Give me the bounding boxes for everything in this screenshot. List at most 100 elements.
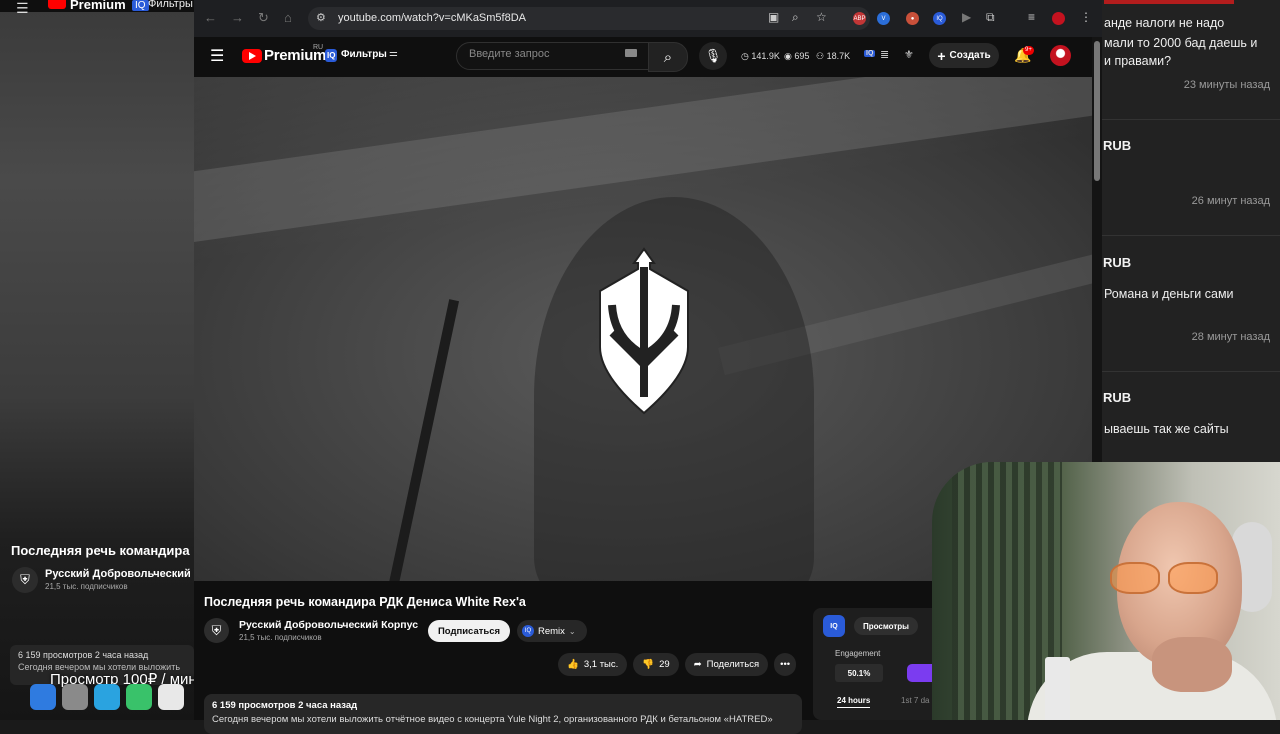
chat-message: анде налоги не надо bbox=[1104, 16, 1225, 30]
reading-list-icon[interactable]: ≡ bbox=[1028, 10, 1035, 24]
share-button[interactable]: ➦ Поделиться bbox=[684, 653, 769, 676]
create-button[interactable]: + Создать bbox=[929, 43, 999, 68]
plus-icon: + bbox=[937, 47, 946, 64]
background-views: 6 159 просмотров 2 часа назад bbox=[18, 650, 149, 660]
browser-menu-icon[interactable]: ⋮ bbox=[1080, 10, 1092, 24]
voice-search-button[interactable]: 🎙 bbox=[699, 42, 727, 70]
iq-logo: IQ bbox=[823, 615, 845, 637]
iq-icon: IQ bbox=[522, 625, 534, 637]
description-box[interactable]: 6 159 просмотров 2 часа назад Сегодня ве… bbox=[204, 694, 802, 734]
forward-icon[interactable]: → bbox=[231, 10, 244, 25]
site-info-icon[interactable]: ⚙ bbox=[316, 11, 326, 24]
background-youtube-logo-icon bbox=[48, 0, 66, 9]
zoom-icon[interactable]: ⌕ bbox=[792, 10, 799, 25]
scrollbar-thumb[interactable] bbox=[1094, 41, 1100, 181]
remix-button[interactable]: IQ Remix ⌄ bbox=[517, 620, 587, 642]
browser-extension-icon[interactable]: ABP bbox=[853, 12, 866, 25]
webcam-person-hand bbox=[1152, 637, 1232, 692]
bookmark-star-icon[interactable]: ☆ bbox=[816, 10, 827, 24]
play-extension-icon[interactable]: ▶ bbox=[962, 10, 971, 24]
url-text[interactable]: youtube.com/watch?v=cMKaSm5f8DA bbox=[338, 12, 526, 24]
chat-username: RUB bbox=[1103, 255, 1132, 270]
youtube-header: ☰ Premium RU IQ Фильтры ⚌ ⌕ 🎙 ◷ 141.9K ◉… bbox=[194, 37, 1102, 77]
finder-icon[interactable] bbox=[30, 684, 56, 710]
award-icon[interactable]: ⚜ bbox=[904, 48, 914, 61]
like-button[interactable]: 👍 3,1 тыс. bbox=[558, 653, 628, 676]
chat-panel: анде налоги не надо мали то 2000 бад даеш… bbox=[1102, 0, 1280, 462]
streamer-webcam bbox=[932, 462, 1280, 720]
background-filters: Фильтры bbox=[148, 0, 193, 10]
microphone-icon: 🎙 bbox=[704, 48, 722, 63]
background-iq-badge: IQ bbox=[132, 0, 149, 11]
browser-toolbar: ← → ↻ ⌂ ⚙ youtube.com/watch?v=cMKaSm5f8D… bbox=[194, 0, 1102, 37]
iq-extension-icon[interactable]: IQ bbox=[864, 50, 876, 57]
video-scene-microphone bbox=[388, 299, 460, 581]
range-24-hours[interactable]: 24 hours bbox=[837, 696, 871, 708]
telegram-icon[interactable] bbox=[94, 684, 120, 710]
background-channel-name: Русский Добровольческий Ко bbox=[45, 568, 194, 580]
video-actions: 👍 3,1 тыс. 👎 29 ➦ Поделиться ••• bbox=[558, 653, 797, 676]
cast-icon[interactable]: ▣ bbox=[768, 10, 779, 24]
iq-badge[interactable]: IQ bbox=[325, 49, 338, 62]
background-subscribers: 21,5 тыс. подписчиков bbox=[45, 582, 128, 591]
subscribe-button[interactable]: Подписаться bbox=[428, 620, 510, 642]
dislike-button[interactable]: 👎 29 bbox=[633, 653, 679, 676]
notifications-badge: 9+ bbox=[1023, 46, 1034, 55]
chat-message: Романа и деньги сами bbox=[1104, 287, 1234, 301]
search-button[interactable]: ⌕ bbox=[648, 42, 688, 72]
chat-username: RUB bbox=[1103, 138, 1132, 153]
chat-message: и правами? bbox=[1104, 54, 1172, 68]
chat-message: ываешь так же сайты bbox=[1104, 422, 1229, 436]
browser-extension-icon[interactable]: ● bbox=[906, 12, 919, 25]
filters-button[interactable]: Фильтры bbox=[341, 49, 387, 60]
chevron-down-icon: ⌄ bbox=[568, 626, 576, 636]
channel-subscribers: 21,5 тыс. подписчиков bbox=[239, 633, 322, 642]
browser-extension-icon[interactable]: IQ bbox=[933, 12, 946, 25]
background-video-title: Последняя речь командира F bbox=[11, 543, 194, 558]
channel-avatar[interactable]: ⛨ bbox=[204, 618, 229, 643]
background-brand: Premium bbox=[70, 0, 126, 12]
background-youtube-page: ☰ Premium IQ Фильтры Последняя речь кома… bbox=[0, 0, 194, 720]
thumbs-down-icon: 👎 bbox=[642, 659, 655, 670]
browser-extension-icon[interactable]: V bbox=[877, 12, 890, 25]
search-input[interactable] bbox=[467, 47, 621, 61]
back-icon[interactable]: ← bbox=[204, 10, 217, 25]
list-icon[interactable]: ≣ bbox=[880, 48, 889, 61]
chat-timestamp: 26 минут назад bbox=[1191, 195, 1270, 207]
keyboard-icon[interactable] bbox=[625, 49, 637, 57]
channel-name[interactable]: Русский Добровольческий Корпус bbox=[239, 619, 418, 631]
analytics-widget: IQ Просмотры Engagement 50.1% 24 hours 1… bbox=[813, 608, 943, 720]
profile-icon[interactable] bbox=[1052, 12, 1065, 25]
account-avatar[interactable] bbox=[1050, 45, 1071, 66]
reload-icon[interactable]: ↻ bbox=[258, 10, 269, 26]
home-icon[interactable]: ⌂ bbox=[284, 10, 292, 25]
stat-subscribers: ⚇ 18.7K bbox=[816, 51, 851, 61]
tab-views[interactable]: Просмотры bbox=[854, 617, 918, 635]
chat-message: мали то 2000 бад даешь и bbox=[1104, 36, 1258, 50]
youtube-logo-icon[interactable] bbox=[242, 49, 262, 63]
chat-username: RUB bbox=[1103, 390, 1132, 405]
rdk-emblem-icon bbox=[599, 247, 689, 415]
address-bar[interactable]: ⚙ youtube.com/watch?v=cMKaSm5f8DA bbox=[308, 7, 870, 30]
whatsapp-icon[interactable] bbox=[126, 684, 152, 710]
region-code: RU bbox=[313, 44, 324, 51]
chat-separator bbox=[1102, 371, 1280, 372]
more-actions-button[interactable]: ••• bbox=[774, 653, 797, 676]
guide-menu-icon[interactable]: ☰ bbox=[210, 46, 224, 66]
range-first-7-days[interactable]: 1st 7 da bbox=[901, 696, 929, 705]
extensions-puzzle-icon[interactable]: ⧉ bbox=[986, 10, 995, 25]
chat-highlight-bar bbox=[1104, 0, 1234, 4]
filters-icon[interactable]: ⚌ bbox=[389, 48, 398, 59]
more-icon: ••• bbox=[780, 659, 791, 670]
thumbs-up-icon: 👍 bbox=[567, 659, 579, 670]
chat-separator bbox=[1102, 235, 1280, 236]
search-box[interactable] bbox=[456, 42, 650, 70]
search-icon: ⌕ bbox=[663, 48, 673, 66]
views-and-date: 6 159 просмотров 2 часа назад bbox=[212, 700, 358, 711]
photos-icon[interactable] bbox=[158, 684, 184, 710]
chat-timestamp: 28 минут назад bbox=[1191, 331, 1270, 343]
engagement-label: Engagement bbox=[835, 649, 881, 658]
engagement-value: 50.1% bbox=[835, 664, 883, 682]
chat-separator bbox=[1102, 119, 1280, 120]
settings-app-icon[interactable] bbox=[62, 684, 88, 710]
